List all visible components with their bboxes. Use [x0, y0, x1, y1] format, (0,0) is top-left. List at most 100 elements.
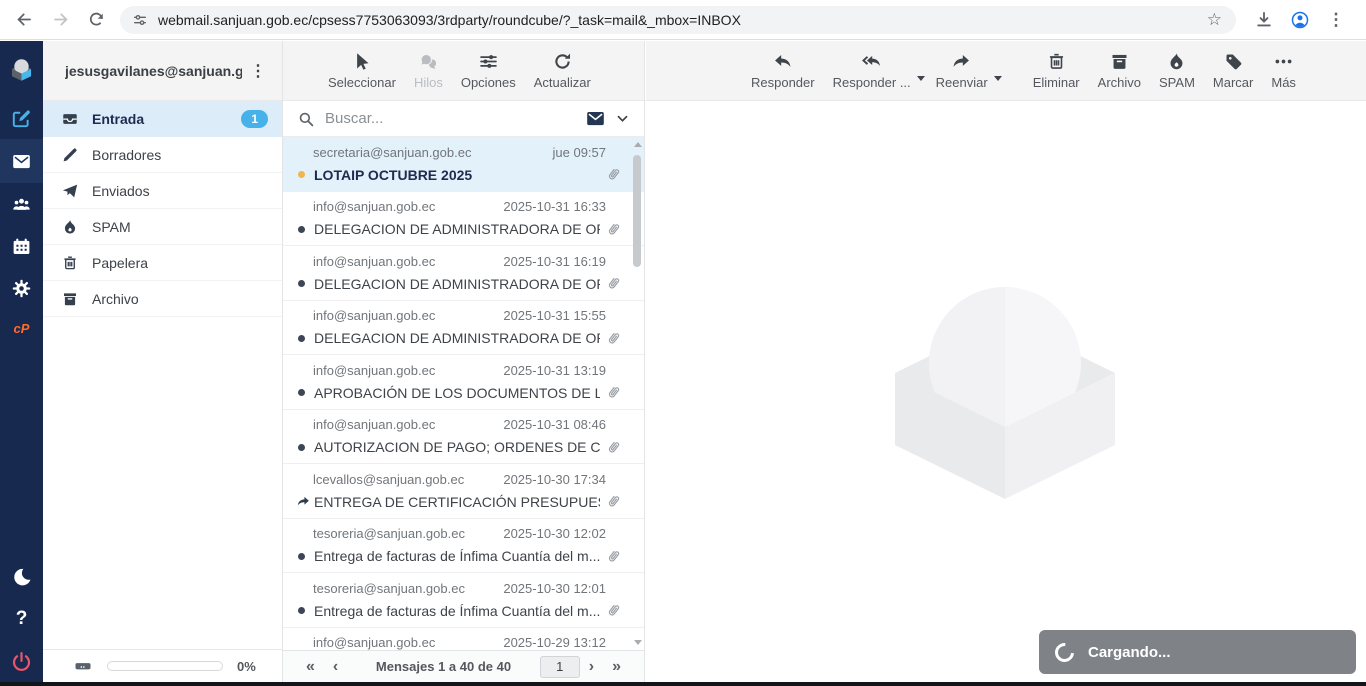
browser-reload-button[interactable]: [78, 2, 114, 38]
scrollbar-thumb[interactable]: [633, 155, 641, 267]
last-page-button[interactable]: »: [603, 658, 630, 676]
search-options-chevron-icon[interactable]: [615, 111, 630, 126]
refresh-icon: [552, 51, 573, 72]
fire-icon: [1166, 51, 1187, 72]
forward-button[interactable]: Reenviar: [927, 51, 997, 90]
profile-avatar-icon[interactable]: [1282, 2, 1318, 38]
account-menu-icon[interactable]: ⋮: [242, 61, 274, 81]
select-button[interactable]: Seleccionar: [319, 51, 405, 90]
message-row[interactable]: info@sanjuan.gob.ec2025-10-29 13:12: [283, 628, 644, 651]
forward-dropdown-caret-icon[interactable]: [994, 76, 1002, 81]
downloads-icon[interactable]: [1246, 2, 1282, 38]
message-row[interactable]: tesoreria@sanjuan.gob.ec2025-10-30 12:02…: [283, 519, 644, 574]
scroll-up-arrow-icon[interactable]: [634, 142, 642, 147]
calendar-icon[interactable]: [0, 225, 43, 267]
folder-archivo[interactable]: Archivo: [43, 281, 282, 317]
message-sender: info@sanjuan.gob.ec: [313, 254, 503, 269]
attachment-icon: [605, 166, 622, 183]
message-row[interactable]: lcevallos@sanjuan.gob.ec2025-10-30 17:34…: [283, 464, 644, 519]
site-settings-icon[interactable]: [132, 12, 148, 28]
folder-spam[interactable]: SPAM: [43, 209, 282, 245]
message-sender: info@sanjuan.gob.ec: [313, 308, 503, 323]
message-row[interactable]: tesoreria@sanjuan.gob.ec2025-10-30 12:01…: [283, 573, 644, 628]
read-dot-icon[interactable]: [298, 226, 305, 233]
page-number-input[interactable]: 1: [540, 656, 580, 678]
read-dot-icon[interactable]: [298, 335, 305, 342]
address-bar[interactable]: webmail.sanjuan.gob.ec/cpsess7753063093/…: [120, 6, 1236, 34]
quota-percent: 0%: [237, 659, 256, 674]
browser-menu-icon[interactable]: ⋮: [1318, 2, 1354, 38]
mark-button[interactable]: Marcar: [1204, 51, 1262, 90]
mail-nav-icon[interactable]: [0, 139, 43, 183]
prev-page-button[interactable]: ‹: [324, 658, 347, 676]
quota-progress-bar: [107, 661, 223, 671]
logout-power-icon[interactable]: [0, 640, 43, 682]
read-dot-icon[interactable]: [298, 280, 305, 287]
archive-button[interactable]: Archivo: [1089, 51, 1150, 90]
read-dot-icon[interactable]: [298, 444, 305, 451]
list-toolbar: Seleccionar Hilos Opciones Actualizar: [283, 41, 644, 101]
threads-button[interactable]: Hilos: [405, 51, 452, 90]
options-button[interactable]: Opciones: [452, 51, 525, 90]
screen-bottom-edge: [0, 682, 1366, 686]
scroll-down-arrow-icon[interactable]: [634, 640, 642, 645]
fire-icon: [61, 218, 79, 236]
message-row[interactable]: info@sanjuan.gob.ec2025-10-31 16:33 DELE…: [283, 192, 644, 247]
message-sender: info@sanjuan.gob.ec: [313, 417, 503, 432]
bookmark-star-icon[interactable]: ☆: [1199, 10, 1230, 30]
first-page-button[interactable]: «: [297, 658, 324, 676]
message-subject: DELEGACION DE ADMINISTRADORA DE OR...: [314, 330, 600, 346]
search-bar: [283, 101, 644, 137]
message-date: 2025-10-30 17:34: [503, 472, 606, 487]
settings-gear-icon[interactable]: [0, 267, 43, 309]
next-page-button[interactable]: ›: [580, 658, 603, 676]
read-dot-icon[interactable]: [298, 553, 305, 560]
reply-all-button[interactable]: Responder ...: [824, 51, 920, 90]
spam-label: SPAM: [1159, 75, 1195, 90]
attachment-icon: [605, 548, 622, 565]
search-scope-envelope-icon[interactable]: [585, 108, 606, 129]
message-row[interactable]: info@sanjuan.gob.ec2025-10-31 08:46 AUTO…: [283, 410, 644, 465]
chat-bubbles-icon: [418, 51, 439, 72]
message-date: 2025-10-29 13:12: [503, 635, 606, 650]
message-sender: info@sanjuan.gob.ec: [313, 635, 503, 650]
message-list-scrollbar[interactable]: [631, 137, 644, 650]
url-text[interactable]: webmail.sanjuan.gob.ec/cpsess7753063093/…: [158, 12, 1199, 28]
reply-all-dropdown-caret-icon[interactable]: [917, 76, 925, 81]
message-sender: info@sanjuan.gob.ec: [313, 363, 503, 378]
app-taskbar: cP ?: [0, 41, 43, 682]
search-icon[interactable]: [297, 110, 315, 128]
read-dot-icon[interactable]: [298, 607, 305, 614]
browser-forward-button[interactable]: [42, 2, 78, 38]
folder-papelera[interactable]: Papelera: [43, 245, 282, 281]
search-input[interactable]: [325, 110, 585, 127]
cursor-icon: [351, 51, 372, 72]
message-row[interactable]: info@sanjuan.gob.ec2025-10-31 13:19 APRO…: [283, 355, 644, 410]
delete-button[interactable]: Eliminar: [1024, 51, 1089, 90]
refresh-button[interactable]: Actualizar: [525, 51, 600, 90]
read-dot-icon[interactable]: [298, 389, 305, 396]
unread-dot-icon[interactable]: [298, 171, 305, 178]
folder-entrada[interactable]: Entrada 1: [43, 101, 282, 137]
help-icon[interactable]: ?: [0, 598, 43, 640]
message-row[interactable]: secretaria@sanjuan.gob.ecjue 09:57 LOTAI…: [283, 137, 644, 192]
cpanel-icon[interactable]: cP: [0, 309, 43, 347]
folder-enviados[interactable]: Enviados: [43, 173, 282, 209]
reply-button[interactable]: Responder: [742, 51, 824, 90]
message-row[interactable]: info@sanjuan.gob.ec2025-10-31 16:19 DELE…: [283, 246, 644, 301]
attachment-icon: [605, 493, 622, 510]
contacts-icon[interactable]: [0, 183, 43, 225]
spam-button[interactable]: SPAM: [1150, 51, 1204, 90]
dark-mode-moon-icon[interactable]: [0, 556, 43, 598]
tag-icon: [1223, 51, 1244, 72]
message-date: 2025-10-31 15:55: [503, 308, 606, 323]
folder-borradores[interactable]: Borradores: [43, 137, 282, 173]
folder-label: Enviados: [92, 183, 150, 199]
folder-label: Borradores: [92, 147, 161, 163]
mail-view-panel: Responder Responder ... Reenviar Elimina…: [646, 41, 1366, 682]
more-button[interactable]: Más: [1262, 51, 1305, 90]
attachment-icon: [605, 330, 622, 347]
message-row[interactable]: info@sanjuan.gob.ec2025-10-31 15:55 DELE…: [283, 301, 644, 356]
browser-back-button[interactable]: [6, 2, 42, 38]
compose-icon[interactable]: [0, 97, 43, 139]
